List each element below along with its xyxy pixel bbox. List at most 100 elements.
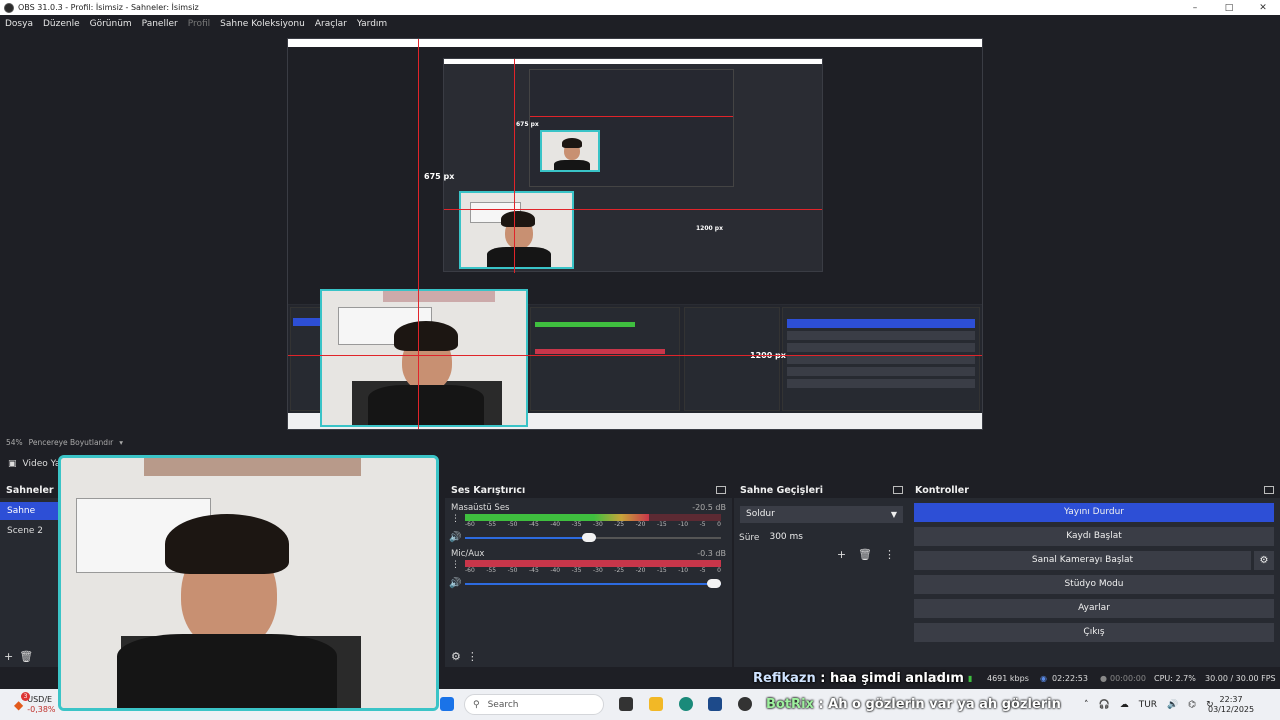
scenes-title: Sahneler (6, 484, 54, 496)
menu-gorunum[interactable]: Görünüm (85, 19, 137, 29)
meter-tick-label: -50 (507, 567, 518, 574)
chat-line-1: Refikazn : haa şimdi anladım (753, 671, 964, 686)
exit-button[interactable]: Çıkış (914, 623, 1274, 642)
folder-icon[interactable] (649, 697, 663, 711)
nested-guide-label: 675 px (516, 121, 539, 128)
stop-stream-button[interactable]: Yayını Durdur (914, 503, 1274, 522)
channel-mic-db: -0.3 dB (697, 549, 726, 558)
transition-select[interactable]: Soldur ▼ (740, 506, 903, 523)
mixer-menu-icon[interactable]: ⋮ (467, 650, 478, 663)
popout-icon[interactable] (893, 486, 903, 494)
trash-icon[interactable]: 🗑 (19, 650, 33, 663)
menu-duzenle[interactable]: Düzenle (38, 19, 85, 29)
zoom-mode-select[interactable]: Pencereye Boyutlandır (29, 438, 114, 447)
preview-canvas[interactable]: 675 px 1200 px 675 px (0, 32, 1280, 435)
duration-label: Süre (739, 532, 760, 543)
speaker-icon[interactable]: 🔊 (449, 532, 461, 543)
channel-mic-menu-icon[interactable]: ⋮ (451, 560, 460, 570)
fps: 30.00 / 30.00 FPS (1205, 674, 1276, 683)
channel-desktop-db: -20.5 dB (692, 503, 726, 512)
menu-dosya[interactable]: Dosya (0, 19, 38, 29)
scenes-dock: Sahneler Sahne Scene 2 + 🗑 (0, 482, 58, 667)
obs-taskbar-icon[interactable] (738, 697, 752, 711)
menu-paneller[interactable]: Paneller (137, 19, 183, 29)
chevron-down-icon[interactable]: ▾ (119, 438, 123, 447)
nested-guide-label-2: 1200 px (696, 225, 723, 232)
audio-mixer-dock: Ses Karıştırıcı Masaüstü Ses -20.5 dB ⋮ … (445, 482, 732, 667)
channel-desktop-meter (465, 514, 721, 521)
virtual-camera-gear-icon[interactable]: ⚙ (1254, 551, 1274, 570)
chevron-down-icon: ▼ (890, 510, 897, 519)
meter-tick-label: -60 (465, 521, 475, 528)
meter-tick-label: -5 (699, 521, 706, 528)
minimize-button[interactable]: – (1178, 3, 1212, 13)
start-record-button[interactable]: Kaydı Başlat (914, 527, 1274, 546)
settings-button[interactable]: Ayarlar (914, 599, 1274, 618)
search-icon: ⚲ (473, 699, 480, 710)
channel-desktop-volume-slider[interactable] (581, 533, 596, 542)
studio-mode-button[interactable]: Stüdyo Modu (914, 575, 1274, 594)
edge-icon[interactable] (679, 697, 693, 711)
advanced-audio-gear-icon[interactable]: ⚙ (451, 650, 461, 663)
selected-source-name: Video Ya (22, 459, 61, 469)
add-transition-icon[interactable]: + (837, 548, 846, 561)
add-scene-icon[interactable]: + (4, 650, 13, 663)
speaker-icon[interactable]: 🔊 (449, 578, 461, 589)
window-titlebar: OBS 31.0.3 - Profil: İsimsiz - Sahneler:… (0, 0, 1280, 15)
ticker-change: -0,38% (27, 704, 56, 714)
volume-icon[interactable]: 🔊 (1167, 700, 1178, 710)
meter-tick-label: -30 (592, 521, 603, 528)
notification-badge: 3 (21, 692, 30, 701)
channel-mic-name: Mic/Aux (451, 549, 485, 559)
language-indicator[interactable]: TUR (1139, 700, 1157, 710)
headset-icon[interactable]: 🎧 (1099, 700, 1110, 710)
popout-icon[interactable] (1264, 486, 1274, 494)
menu-profil[interactable]: Profil (183, 19, 215, 29)
channel-mic-volume-slider[interactable] (707, 579, 721, 588)
meter-tick-label: -25 (614, 521, 625, 528)
virtual-camera-button[interactable]: Sanal Kamerayı Başlat (914, 551, 1251, 570)
network-icon[interactable]: ⌬ (1188, 700, 1196, 710)
cpu-usage: CPU: 2.7% (1154, 674, 1196, 683)
store-icon[interactable] (708, 697, 722, 711)
file-icon[interactable] (619, 697, 633, 711)
close-button[interactable]: ✕ (1246, 3, 1280, 13)
menu-araclar[interactable]: Araçlar (310, 19, 352, 29)
meter-tick-label: -10 (678, 567, 689, 574)
transition-menu-icon[interactable]: ⋮ (884, 548, 895, 561)
nested-webcam-3 (540, 130, 600, 172)
meter-tick-label: 0 (717, 521, 721, 528)
meter-tick-label: -35 (571, 567, 582, 574)
captured-obs-window: 675 px 1200 px 675 px (287, 38, 983, 430)
nested-obs-window-3 (529, 69, 734, 187)
channel-mic-volume: 🔊 (445, 576, 732, 592)
windows-start-icon[interactable] (440, 697, 454, 711)
meter-tick-label: -20 (635, 567, 646, 574)
transitions-dock: Sahne Geçişleri Soldur ▼ Süre 300 ms + 🗑… (734, 482, 909, 667)
chat-user-1: Refikazn (753, 671, 816, 686)
record-time: 00:00:00 (1110, 674, 1146, 683)
record-icon: ● (1100, 674, 1107, 683)
menu-sahne-koleksiyonu[interactable]: Sahne Koleksiyonu (215, 19, 310, 29)
taskbar-search[interactable]: ⚲ Search (464, 694, 604, 715)
meter-tick-label: -10 (678, 521, 689, 528)
chevron-up-icon[interactable]: ˄ (1084, 700, 1089, 710)
clock-time: 22:37 (1219, 694, 1243, 704)
meter-tick-label: -55 (486, 567, 497, 574)
menu-yardim[interactable]: Yardım (352, 19, 392, 29)
maximize-button[interactable]: □ (1212, 3, 1246, 13)
duration-input[interactable]: 300 ms (765, 529, 903, 546)
meter-tick-label: -45 (528, 521, 539, 528)
trash-icon[interactable]: 🗑 (858, 548, 872, 561)
popout-icon[interactable] (716, 486, 726, 494)
cloud-icon[interactable]: ☁ (1120, 700, 1129, 710)
clock-date: 03/12/2025 (1208, 704, 1255, 714)
scene-item-sahne[interactable]: Sahne (0, 502, 58, 520)
meter-tick-label: 0 (717, 567, 721, 574)
chat-text-1: : haa şimdi anladım (820, 671, 964, 686)
meter-tick-label: -30 (592, 567, 603, 574)
scene-item-scene-2[interactable]: Scene 2 (0, 522, 58, 540)
channel-desktop-menu-icon[interactable]: ⋮ (451, 514, 460, 524)
meter-tick-label: -20 (635, 521, 646, 528)
nested-obs-window-2: 675 px 1200 px (443, 58, 823, 273)
